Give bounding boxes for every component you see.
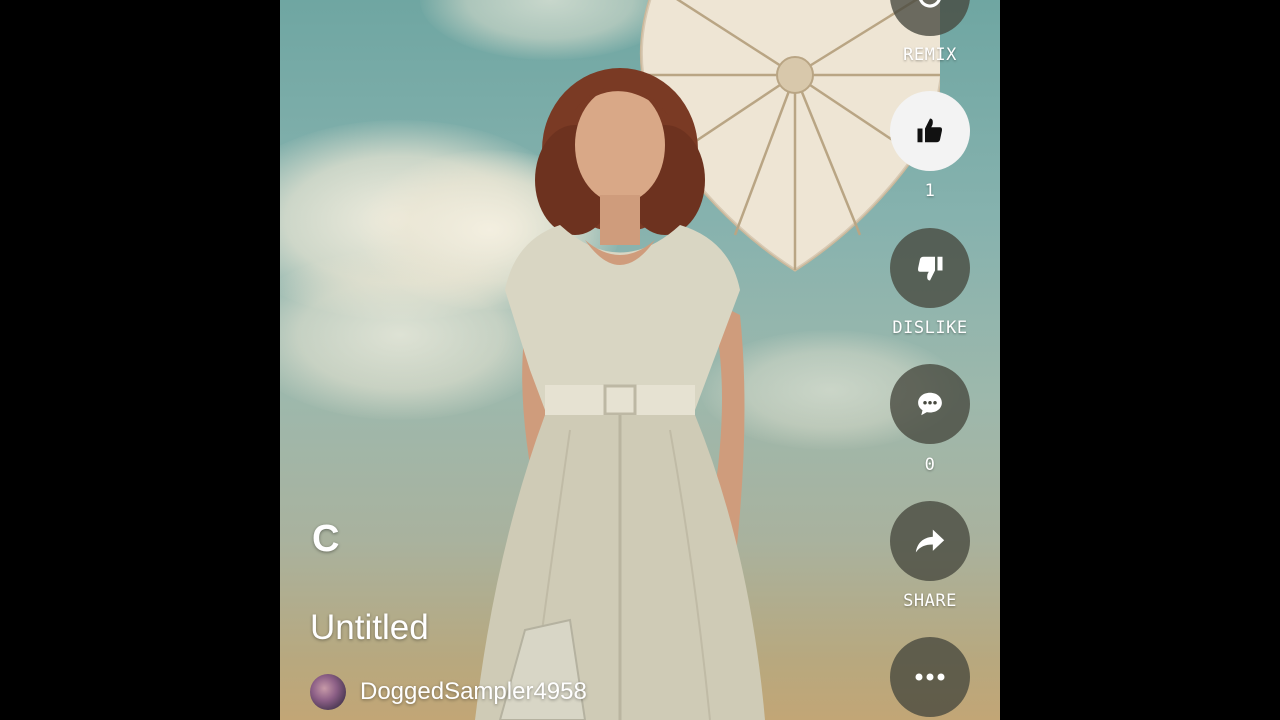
more-options-button[interactable] bbox=[890, 637, 970, 717]
share-label: SHARE bbox=[903, 591, 957, 611]
like-count: 1 bbox=[924, 181, 936, 201]
remix-label: REMIX bbox=[903, 45, 957, 65]
thumbs-up-icon bbox=[917, 118, 942, 143]
post-title: Untitled bbox=[310, 608, 429, 647]
more-icon bbox=[915, 673, 945, 681]
comment-button[interactable] bbox=[890, 364, 970, 444]
share-button[interactable] bbox=[890, 501, 970, 581]
author-row[interactable]: DoggedSampler4958 bbox=[310, 674, 587, 710]
dislike-button[interactable] bbox=[890, 228, 970, 308]
thumbs-down-icon bbox=[918, 256, 943, 281]
avatar[interactable] bbox=[310, 674, 346, 710]
dislike-label: DISLIKE bbox=[892, 318, 968, 338]
share-icon bbox=[915, 529, 945, 553]
channel-letter[interactable]: C bbox=[312, 518, 339, 561]
remix-icon bbox=[919, 0, 941, 8]
author-name[interactable]: DoggedSampler4958 bbox=[360, 678, 587, 706]
woman-figure-image bbox=[475, 68, 765, 720]
like-button[interactable] bbox=[890, 91, 970, 171]
media-frame[interactable]: REMIX 1 DISLIKE 0 SHARE C Untitled Dogge… bbox=[280, 0, 1000, 720]
comment-icon bbox=[918, 392, 942, 416]
comment-count: 0 bbox=[924, 455, 936, 475]
